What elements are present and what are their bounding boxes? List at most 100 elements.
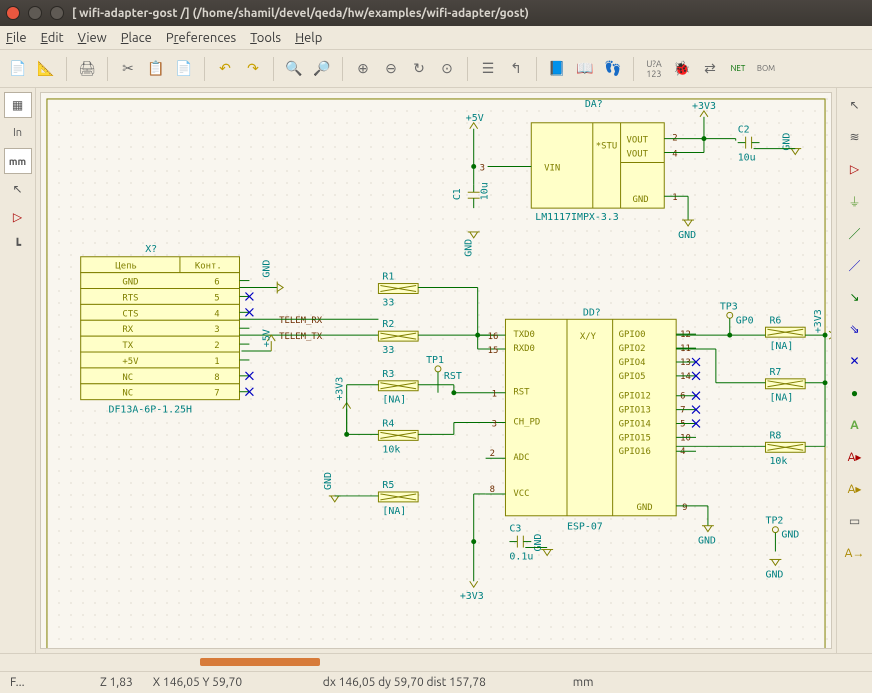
main-toolbar: 📄 📐 🖨 ✂ 📋 📄 ↶ ↷ 🔍 🔎 ⊕ ⊖ ↻ ⊙ ☰ ↰ 📘 📖 👣 U?… [0,50,872,88]
window-title: [ wifi-adapter-gost /] (/home/shamil/dev… [72,7,529,20]
svg-text:GPIO13: GPIO13 [619,406,651,416]
svg-text:RST: RST [444,371,462,382]
svg-text:[NA]: [NA] [382,506,406,517]
hierarchy-icon[interactable]: ☰ [476,57,500,81]
browse-icon[interactable]: 📖 [573,57,597,81]
svg-text:3: 3 [492,419,497,429]
zoom-out-icon[interactable]: ⊖ [379,57,403,81]
menu-prefs[interactable]: Preferences [166,31,236,45]
svg-text:33: 33 [382,345,394,356]
place-hierlabel-icon[interactable]: A▸ [841,476,869,502]
svg-text:R2: R2 [382,319,394,330]
maximize-icon[interactable] [50,6,64,20]
schematic-canvas[interactable]: X? Цепь Конт. GND6RTS5CTS4RX3TX2+5V1NC8N… [40,92,832,649]
zoom-fit-icon[interactable]: ⊙ [435,57,459,81]
cvpcb-icon[interactable]: ⇄ [698,57,722,81]
svg-text:[NA]: [NA] [769,393,793,404]
undo-icon[interactable]: ↶ [213,57,237,81]
annotate-icon[interactable]: U?A123 [642,57,666,81]
svg-text:DD?: DD? [583,307,601,318]
svg-text:CTS: CTS [122,309,138,319]
bus-direction-icon[interactable]: ┗ [4,232,32,258]
svg-text:R4: R4 [382,418,394,429]
svg-text:14: 14 [680,372,691,382]
place-netlabel-icon[interactable]: A [841,412,869,438]
hscroll[interactable] [0,653,872,671]
svg-text:+5V: +5V [466,113,484,124]
svg-text:0.1u: 0.1u [509,551,533,562]
svg-text:GP0: GP0 [736,315,754,326]
svg-text:15: 15 [488,346,499,356]
svg-text:LM1117IMPX-3.3: LM1117IMPX-3.3 [535,212,619,223]
canvas-wrap: X? Цепь Конт. GND6RTS5CTS4RX3TX2+5V1NC8N… [36,88,836,653]
select-icon[interactable]: ↖ [841,92,869,118]
paste-icon[interactable]: 📄 [172,57,196,81]
cut-icon[interactable]: ✂ [116,57,140,81]
place-noconnect-icon[interactable]: ✕ [841,348,869,374]
svg-text:C1: C1 [452,188,463,200]
replace-icon[interactable]: 🔎 [310,57,334,81]
svg-text:RST: RST [513,388,530,398]
minimize-icon[interactable] [28,6,42,20]
units-in-icon[interactable]: In [4,120,32,146]
svg-text:TXD0: TXD0 [513,330,535,340]
hidden-pins-icon[interactable]: ▷ [4,204,32,230]
grid-icon[interactable]: ▦ [4,92,32,118]
menu-file[interactable]: File [6,31,27,45]
svg-text:GPIO0: GPIO0 [619,330,646,340]
titlebar: [ wifi-adapter-gost /] (/home/shamil/dev… [0,0,872,26]
menu-edit[interactable]: Edit [41,31,64,45]
find-icon[interactable]: 🔍 [282,57,306,81]
place-globallabel-icon[interactable]: A▸ [841,444,869,470]
svg-text:VCC: VCC [513,489,529,499]
regulator: DA? VIN *STU VOUT VOUT GND LM1117IMPX-3.… [480,99,678,223]
place-bus2-icon[interactable]: ⇘ [841,316,869,342]
connector: X? Цепь Конт. GND6RTS5CTS4RX3TX2+5V1NC8N… [81,244,254,416]
close-icon[interactable] [6,6,20,20]
svg-text:VOUT: VOUT [627,136,649,146]
svg-text:R8: R8 [769,430,781,441]
svg-text:6: 6 [214,278,219,288]
zoom-in-icon[interactable]: ⊕ [351,57,375,81]
place-power-icon[interactable]: ⏚ [841,188,869,214]
copy-icon[interactable]: 📋 [144,57,168,81]
place-comp-icon[interactable]: ▷ [841,156,869,182]
zoom-redraw-icon[interactable]: ↻ [407,57,431,81]
menu-tools[interactable]: Tools [250,31,281,45]
place-bus-entry-icon[interactable]: ↘ [841,284,869,310]
import-hier-icon[interactable]: A→ [841,540,869,566]
highlight-net-icon[interactable]: ≋ [841,124,869,150]
units-mm-icon[interactable]: mm [4,148,32,174]
svg-text:Цепь: Цепь [115,262,137,272]
svg-text:13: 13 [680,358,691,368]
leave-sheet-icon[interactable]: ↰ [504,57,528,81]
place-sheet-icon[interactable]: ▭ [841,508,869,534]
menu-place[interactable]: Place [121,31,152,45]
svg-text:33: 33 [382,297,394,308]
place-junction-icon[interactable]: ● [841,380,869,406]
svg-text:GPIO2: GPIO2 [619,344,646,354]
status-d: dx 146,05 dy 59,70 dist 157,78 [313,676,563,689]
footprint-icon[interactable]: 👣 [601,57,625,81]
redo-icon[interactable]: ↷ [241,57,265,81]
svg-text:8: 8 [490,485,495,495]
cursor-shape-icon[interactable]: ↖ [4,176,32,202]
place-bus-icon[interactable]: ／ [841,252,869,278]
menubar: File Edit View Place Preferences Tools H… [0,26,872,50]
library-icon[interactable]: 📘 [545,57,569,81]
place-wire-icon[interactable]: ／ [841,220,869,246]
bom-icon[interactable]: BOM [754,57,778,81]
svg-text:GND: GND [781,530,799,541]
print-icon[interactable]: 🖨 [75,57,99,81]
svg-text:3: 3 [214,325,219,335]
svg-text:NC: NC [122,389,133,399]
menu-help[interactable]: Help [295,31,322,45]
new-icon[interactable]: 📄 [6,57,30,81]
svg-text:X/Y: X/Y [580,332,597,342]
netlist-icon[interactable]: NET [726,57,750,81]
svg-text:*STU: *STU [596,142,618,152]
erc-icon[interactable]: 🐞 [670,57,694,81]
page-setup-icon[interactable]: 📐 [34,57,58,81]
esp-module: DD? X/Y TXD0RXD0RSTCH_PDADCVCC GPIO012GP… [505,307,700,532]
menu-view[interactable]: View [78,31,107,45]
